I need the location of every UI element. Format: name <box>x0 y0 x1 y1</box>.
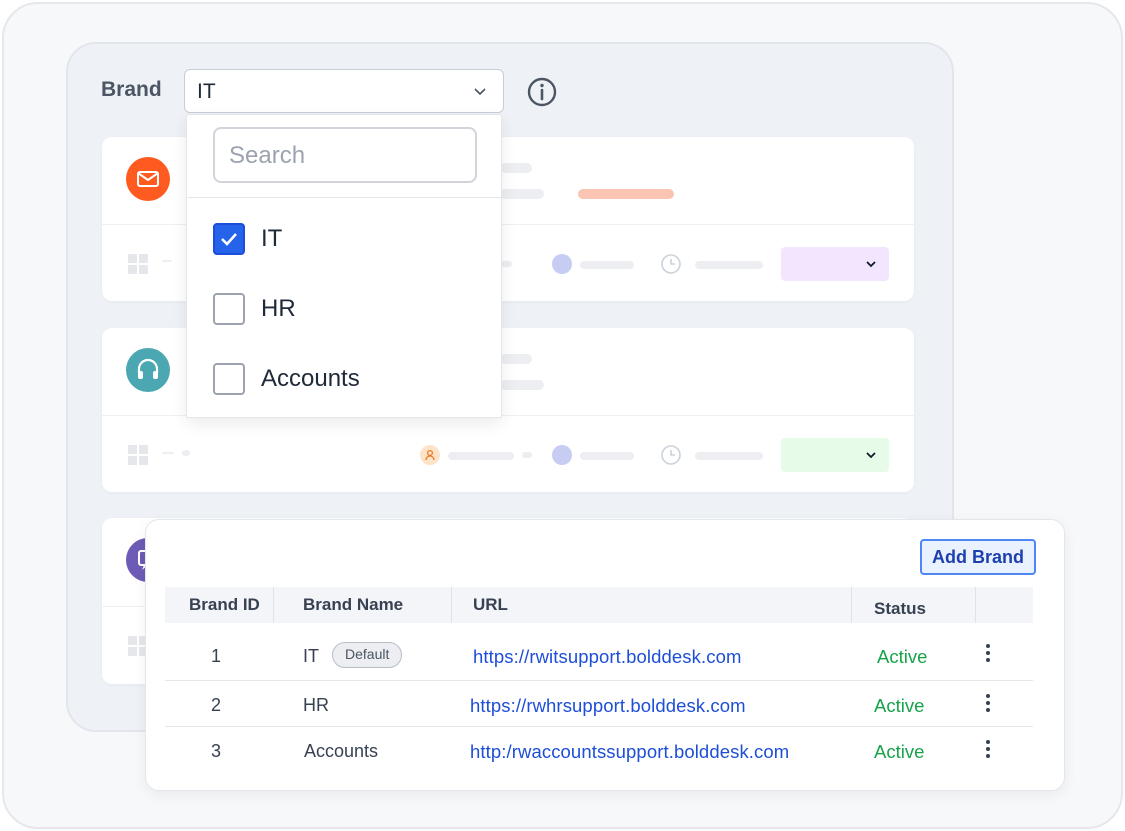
table-row[interactable]: 2 HR https://rwhrsupport.bolddesk.com Ac… <box>165 682 1033 728</box>
add-brand-button[interactable]: Add Brand <box>920 539 1036 575</box>
column-header[interactable]: URL <box>473 595 508 615</box>
more-options-icon[interactable] <box>982 692 994 714</box>
option-label: Accounts <box>261 365 360 392</box>
placeholder-line <box>500 380 544 390</box>
brand-id: 3 <box>211 741 222 761</box>
user-icon <box>420 445 440 465</box>
placeholder-line <box>578 189 674 199</box>
column-header[interactable]: Brand ID <box>189 595 260 615</box>
mail-icon <box>126 157 170 201</box>
assignee-dot-icon <box>552 445 572 465</box>
dropdown-divider <box>187 197 501 198</box>
placeholder-line <box>580 452 634 460</box>
brand-select[interactable]: IT <box>184 69 504 113</box>
row-divider <box>165 680 1033 681</box>
status-dropdown[interactable] <box>781 247 889 281</box>
option-label: HR <box>261 295 296 322</box>
search-input[interactable]: Search <box>213 127 477 183</box>
brand-table-card: Add Brand Brand ID Brand Name URL Status… <box>145 519 1065 791</box>
more-options-icon[interactable] <box>982 738 994 760</box>
column-divider <box>851 587 852 623</box>
brand-url-link[interactable]: https://rwhrsupport.bolddesk.com <box>470 695 746 717</box>
status-text: Active <box>874 741 925 762</box>
placeholder-line <box>695 261 763 269</box>
placeholder-line <box>500 354 532 364</box>
brand-name: IT <box>303 646 319 666</box>
chevron-down-icon <box>866 452 876 459</box>
table-header: Brand ID Brand Name URL Status <box>165 587 1033 623</box>
placeholder-line <box>500 163 532 173</box>
status-text: Active <box>874 695 925 716</box>
assignee-dot-icon <box>552 254 572 274</box>
status-text: Active <box>877 646 928 667</box>
column-divider <box>975 587 976 623</box>
placeholder-line <box>448 452 514 460</box>
default-badge: Default <box>332 642 403 668</box>
column-divider <box>273 587 274 623</box>
placeholder-line <box>182 450 190 456</box>
brand-id: 1 <box>211 646 222 666</box>
brand-id: 2 <box>211 695 222 715</box>
table-row[interactable]: 1 IT Default https://rwitsupport.bolddes… <box>165 633 1033 679</box>
brand-name: Accounts <box>304 741 379 761</box>
placeholder-line <box>522 452 532 458</box>
headset-icon <box>126 348 170 392</box>
placeholder-line <box>580 261 634 269</box>
placeholder-line <box>162 452 174 454</box>
clock-icon <box>661 254 681 274</box>
option-label: IT <box>261 225 283 252</box>
option-hr[interactable]: HR <box>213 293 483 327</box>
placeholder-line <box>500 189 544 199</box>
column-divider <box>451 587 452 623</box>
column-header[interactable]: Status <box>874 599 926 619</box>
brand-dropdown-menu: Search IT HR Accounts <box>186 114 502 418</box>
search-placeholder: Search <box>229 142 306 169</box>
checkbox-checked[interactable] <box>213 223 245 255</box>
table-row[interactable]: 3 Accounts http:/rwaccountssupport.boldd… <box>165 728 1033 774</box>
clock-icon <box>661 445 681 465</box>
brand-url-link[interactable]: http:/rwaccountssupport.bolddesk.com <box>470 741 789 763</box>
option-it[interactable]: IT <box>213 223 483 257</box>
info-icon[interactable] <box>526 76 558 108</box>
column-header[interactable]: Brand Name <box>303 595 403 615</box>
brand-url-link[interactable]: https://rwitsupport.bolddesk.com <box>473 646 742 668</box>
status-dropdown[interactable] <box>781 438 889 472</box>
brand-name: HR <box>303 695 329 715</box>
brand-select-value: IT <box>197 80 216 103</box>
chevron-down-icon <box>474 88 486 96</box>
placeholder-line <box>695 452 763 460</box>
placeholder-line <box>162 260 172 262</box>
grid-icon <box>128 254 148 274</box>
checkbox[interactable] <box>213 363 245 395</box>
chevron-down-icon <box>866 261 876 268</box>
more-options-icon[interactable] <box>982 642 994 664</box>
grid-icon <box>128 445 148 465</box>
checkmark-icon <box>221 233 237 246</box>
option-accounts[interactable]: Accounts <box>213 363 483 397</box>
brand-filter-label: Brand <box>101 78 162 101</box>
checkbox[interactable] <box>213 293 245 325</box>
row-divider <box>165 726 1033 727</box>
